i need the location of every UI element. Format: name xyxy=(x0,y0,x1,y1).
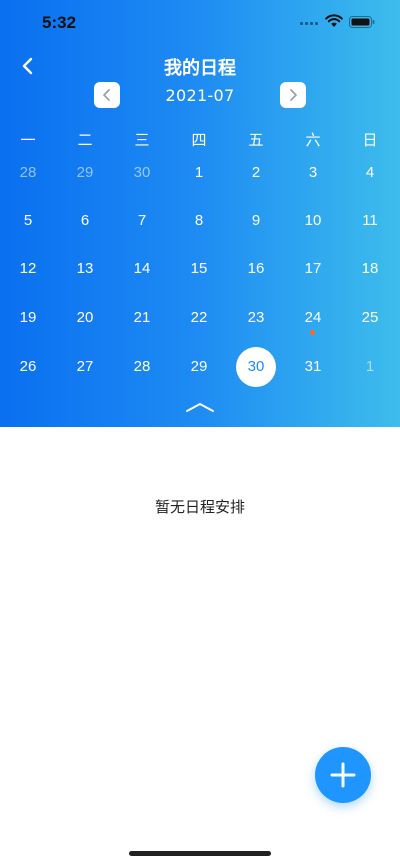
day-number: 31 xyxy=(304,358,322,375)
calendar-day[interactable]: 29 xyxy=(179,347,219,387)
day-number: 7 xyxy=(137,212,147,229)
weekday-label: 六 xyxy=(305,131,321,149)
calendar-day[interactable]: 30 xyxy=(122,153,162,193)
empty-schedule-message: 暂无日程安排 xyxy=(154,498,245,516)
day-number: 3 xyxy=(308,164,318,181)
weekday-label: 二 xyxy=(77,131,93,149)
calendar-day[interactable]: 28 xyxy=(8,153,48,193)
day-number: 28 xyxy=(19,164,37,181)
signal-icon xyxy=(300,19,320,25)
page-title: 我的日程 xyxy=(164,58,236,79)
next-month-button[interactable] xyxy=(280,82,306,108)
battery-icon xyxy=(349,16,375,28)
collapse-calendar-icon[interactable] xyxy=(185,400,215,414)
day-number: 28 xyxy=(133,358,151,375)
calendar-day[interactable]: 17 xyxy=(293,249,333,289)
day-number: 22 xyxy=(190,309,208,326)
calendar-day[interactable]: 8 xyxy=(179,201,219,241)
weekday-label: 三 xyxy=(134,131,150,149)
calendar-day[interactable]: 7 xyxy=(122,201,162,241)
schedule-screen: 5:32 我的日程 20 21-07 一 二 三 四 五 六 日 28 29 30… xyxy=(0,0,400,865)
day-number: 25 xyxy=(361,309,379,326)
day-number: 6 xyxy=(80,212,90,229)
wifi-icon xyxy=(325,14,343,27)
day-number: 18 xyxy=(361,260,379,277)
calendar-day[interactable]: 19 xyxy=(8,298,48,338)
day-number: 15 xyxy=(190,260,208,277)
chevron-right-icon xyxy=(290,89,297,101)
calendar-day[interactable]: 27 xyxy=(65,347,105,387)
calendar-day[interactable]: 4 xyxy=(350,153,390,193)
calendar-day[interactable]: 1 xyxy=(350,347,390,387)
day-number: 4 xyxy=(365,164,375,181)
calendar-day[interactable]: 26 xyxy=(8,347,48,387)
day-number: 29 xyxy=(76,164,94,181)
calendar-day[interactable]: 21 xyxy=(122,298,162,338)
calendar-day[interactable]: 15 xyxy=(179,249,219,289)
calendar-day[interactable]: 14 xyxy=(122,249,162,289)
weekday-label: 五 xyxy=(248,131,264,149)
day-number: 26 xyxy=(19,358,37,375)
calendar-day[interactable]: 1 xyxy=(179,153,219,193)
calendar-day[interactable]: 20 xyxy=(65,298,105,338)
day-number: 10 xyxy=(304,212,322,229)
calendar-day-selected[interactable]: 30 xyxy=(236,347,276,387)
plus-icon xyxy=(330,762,356,788)
calendar-day[interactable]: 24 xyxy=(293,298,333,338)
calendar-header: 5:32 我的日程 20 21-07 一 二 三 四 五 六 日 28 29 30… xyxy=(0,0,400,427)
calendar-day[interactable]: 6 xyxy=(65,201,105,241)
day-number: 23 xyxy=(247,309,265,326)
event-indicator-dot xyxy=(310,330,315,335)
calendar-day[interactable]: 25 xyxy=(350,298,390,338)
day-number: 27 xyxy=(76,358,94,375)
day-number: 19 xyxy=(19,309,37,326)
day-number: 16 xyxy=(247,260,265,277)
weekday-label: 一 xyxy=(20,131,36,149)
day-number: 1 xyxy=(194,164,204,181)
day-number: 11 xyxy=(362,212,378,229)
status-bar: 5:32 xyxy=(0,0,400,44)
calendar-day[interactable]: 22 xyxy=(179,298,219,338)
month-navigator: 2021-07 xyxy=(0,82,400,110)
weekday-label: 四 xyxy=(191,131,207,149)
day-number: 8 xyxy=(194,212,204,229)
day-number: 30 xyxy=(247,358,265,375)
calendar-day[interactable]: 3 xyxy=(293,153,333,193)
day-number: 24 xyxy=(304,309,322,326)
calendar-day[interactable]: 28 xyxy=(122,347,162,387)
calendar-day[interactable]: 13 xyxy=(65,249,105,289)
weekday-label: 日 xyxy=(362,131,378,149)
day-number: 17 xyxy=(304,260,322,277)
calendar-day[interactable]: 31 xyxy=(293,347,333,387)
home-indicator xyxy=(129,851,271,856)
day-number: 30 xyxy=(133,164,151,181)
calendar-day[interactable]: 10 xyxy=(293,201,333,241)
calendar-day[interactable]: 9 xyxy=(236,201,276,241)
calendar-day[interactable]: 5 xyxy=(8,201,48,241)
add-schedule-button[interactable] xyxy=(315,747,371,803)
calendar-day[interactable]: 18 xyxy=(350,249,390,289)
day-number: 29 xyxy=(190,358,208,375)
day-number: 9 xyxy=(251,212,261,229)
calendar-day[interactable]: 11 xyxy=(350,201,390,241)
day-number: 13 xyxy=(76,260,94,277)
day-number: 5 xyxy=(23,212,33,229)
day-number: 2 xyxy=(251,164,261,181)
day-number: 21 xyxy=(133,309,151,326)
calendar-day[interactable]: 12 xyxy=(8,249,48,289)
status-time: 5:32 xyxy=(42,13,77,32)
calendar-day[interactable]: 29 xyxy=(65,153,105,193)
weekday-header: 一二三四五六日 xyxy=(0,129,400,149)
day-number: 20 xyxy=(76,309,94,326)
calendar-day[interactable]: 23 xyxy=(236,298,276,338)
calendar-day[interactable]: 16 xyxy=(236,249,276,289)
current-month-label: 2021-07 xyxy=(165,86,235,105)
day-number: 12 xyxy=(19,260,37,277)
calendar-day[interactable]: 2 xyxy=(236,153,276,193)
day-number: 1 xyxy=(365,358,375,375)
day-number: 14 xyxy=(133,260,151,277)
